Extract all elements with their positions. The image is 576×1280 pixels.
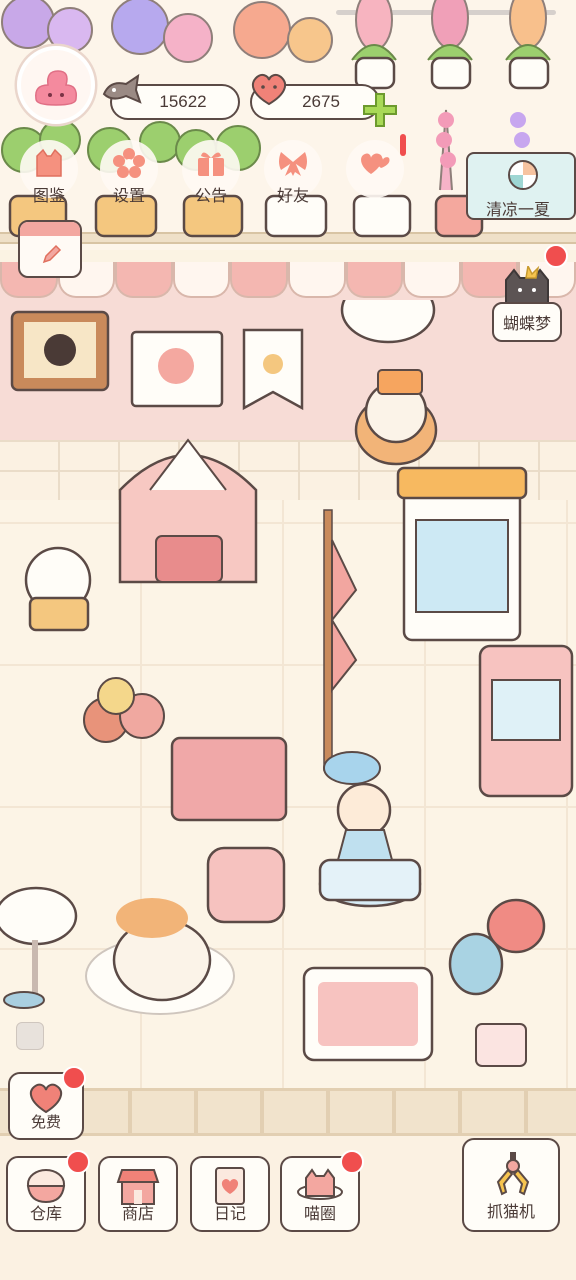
notebook-icon [215,1167,245,1205]
bow-ribbon-icon [279,152,307,176]
menu-catalog-button[interactable]: 图鉴 [14,140,84,210]
beach-ball-icon [508,160,538,190]
menu-label: 设置 [112,186,145,205]
summer-event-button[interactable]: 清凉一夏 [466,152,576,220]
cloud-toggle-button[interactable] [16,1022,44,1050]
friend-notification-badge [544,244,568,268]
cat-planet-icon [297,1168,343,1200]
fence [0,1088,576,1136]
menu-label: 图鉴 [32,186,65,205]
menu-friends-button[interactable]: 好友 [258,140,328,210]
pencil-icon [42,244,62,264]
heart-face-icon [251,73,287,106]
pink-pudding-icon [35,70,78,106]
double-heart-icon [361,153,390,174]
player-avatar[interactable] [17,46,95,124]
claw-icon [496,1152,530,1196]
claw-machine-button[interactable]: 抓猫机 [462,1138,560,1232]
diary-button[interactable]: 日记 [190,1156,270,1232]
free-label: 免费 [30,1113,61,1131]
storefront-icon [116,1169,160,1205]
fish-icon [102,73,142,104]
free-notification-badge [62,1066,86,1090]
menu-label: 公告 [194,186,227,205]
notification-mark [400,134,406,156]
heart-face-icon [29,1083,63,1114]
heart-value: 2675 [302,92,340,111]
cat-circle-notification-badge [340,1150,364,1174]
add-hearts-button[interactable] [362,92,398,128]
warehouse-notification-badge [66,1150,90,1174]
rice-bowl-icon [26,1169,66,1204]
cat-book-icon [36,148,62,177]
claw-machine-label: 抓猫机 [486,1202,535,1221]
gift-box-icon [198,152,224,176]
menu-announcement-button[interactable]: 公告 [176,140,246,210]
friend-visit-button[interactable]: 蝴蝶梦 [490,260,566,346]
daily-checkin-button[interactable] [18,220,82,278]
fish-coin-value: 15622 [159,92,207,111]
crowned-cat-icon [505,266,549,306]
friend-label: 蝴蝶梦 [502,314,551,333]
shop-button[interactable]: 商店 [98,1156,178,1232]
gear-flower-icon [113,148,145,178]
friend-name-tag: 蝴蝶梦 [492,302,562,342]
menu-label: 好友 [276,186,309,205]
event-label: 清凉一夏 [486,200,551,219]
shop-scene-illustration [0,300,574,1067]
menu-settings-button[interactable]: 设置 [94,140,164,210]
